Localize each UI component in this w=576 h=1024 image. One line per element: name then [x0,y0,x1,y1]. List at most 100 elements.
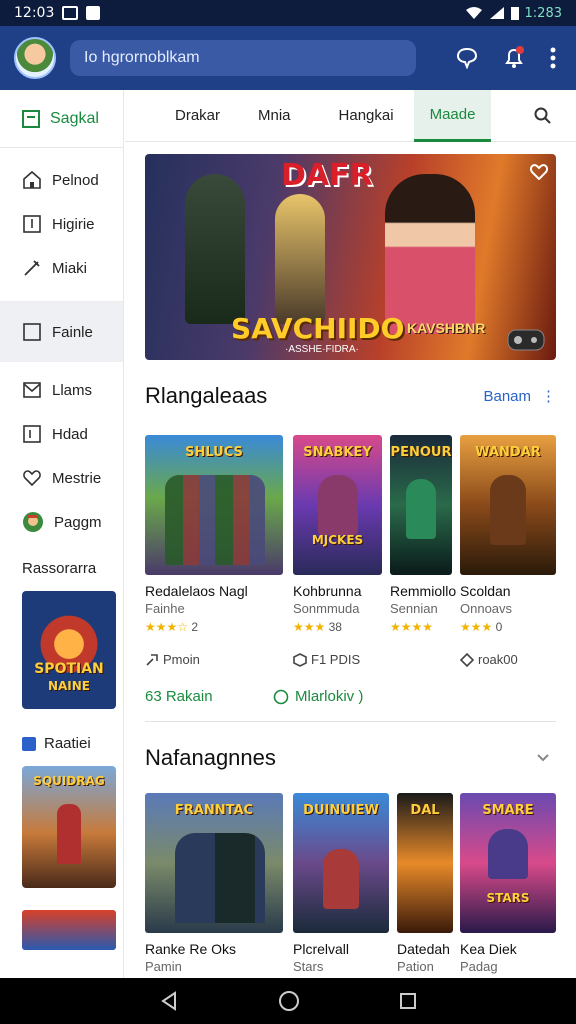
card-rating: ★★★ 38 [293,620,382,634]
search-input[interactable]: Io hgrornoblkam [70,40,416,76]
sidebar-item-bookmark[interactable]: Higirie [0,202,123,246]
rating-stars: ★★★☆ [145,620,189,634]
sidebar-item-label: Paggm [54,513,102,531]
tab-maade[interactable]: Maade [413,89,492,142]
system-nav-bar [0,978,576,1024]
battery-icon [510,7,519,20]
sidebar-item-label: Higirie [52,215,95,233]
rating-stars: ★★★ [460,620,493,634]
tab-drakar[interactable]: Drakar [125,90,240,142]
main-content: DAFR SAVCHIIDO KAVSHBNR ·ASSHE·FIDRA· Rl… [125,143,576,978]
sidebar-item-favorites[interactable]: Mestrie [0,456,123,500]
section-title: Rlangaleaas [145,383,268,408]
card-meta: Pmoin [145,652,283,667]
chevron-down-icon[interactable] [536,753,550,763]
card-character [488,829,528,879]
game-card[interactable]: SMARE STARS Kea Diek Padag [460,793,556,974]
sidebar-game-thumbnail[interactable]: SQUIDRAG [22,766,116,888]
card-meta: roak00 [460,652,556,667]
card-character [323,849,359,909]
card-title: Ranke Re Oks [145,941,237,957]
rating-stars: ★★★ [293,620,326,634]
card-character [406,479,436,539]
sidebar-game-thumbnail[interactable] [22,910,116,950]
sidebar-game-thumbnail[interactable]: SPOTIAN NAINE [22,591,116,709]
image-icon [22,736,36,751]
sidebar-item-label: Hdad [52,425,88,443]
card-art-title: PENOUR [390,445,452,460]
gamepad-icon [507,329,545,351]
hero-character-right [385,174,475,334]
see-all-link[interactable]: Banam [483,388,531,405]
list-icon [22,109,40,128]
recents-icon[interactable] [399,992,417,1010]
sidebar-item-label: Pelnod [52,171,99,189]
card-rating: ★★★☆ 2 [145,620,283,634]
game-card[interactable]: SHLUCS Redalelaos Nagl Fainhe ★★★☆ 2 Pmo… [145,435,283,667]
mail-icon [23,382,41,398]
card-characters [175,833,265,923]
card-character [490,475,526,545]
battery-text: 1:283 [524,5,562,21]
sidebar-header[interactable]: Sagkal [0,90,123,148]
hero-character-left [185,174,245,324]
game-card[interactable]: SNABKEY MJCKES Kohbrunna Sonmmuda ★★★ 38… [293,435,382,667]
home-button-icon[interactable] [278,990,300,1012]
game-card[interactable]: DUINUIEW Plcrelvall Stars [293,793,389,974]
tools-icon [24,260,40,276]
more-vert-icon[interactable]: ⋮ [541,387,556,405]
card-subtitle: Stars [293,959,324,974]
thumb-subtitle: NAINE [47,679,91,693]
card-subtitle: Padag [460,959,498,974]
thumb-title: SQUIDRAG [33,774,105,788]
game-card[interactable]: PENOUR Remmiollo Sennian ★★★★ [390,435,456,634]
sidebar-item-calendar[interactable]: Hdad [0,412,123,456]
character-icon [23,512,43,532]
favorite-icon[interactable] [530,164,548,180]
section-title: Nafanagnnes [145,745,276,770]
card-art-title: WANDAR [475,445,541,460]
sidebar-item-tools[interactable]: Miaki [0,246,123,290]
sidebar-header-label: Sagkal [50,109,99,127]
sidebar-item-label: Llams [52,381,93,399]
card-art-title: SNABKEY [303,445,372,460]
comments-link[interactable]: Mlarlokiv ) [273,688,363,705]
sidebar-item-selected[interactable]: Fainle [0,302,123,362]
rating-stars: ★★★★ [390,620,434,634]
sidebar-item-label: Fainle [52,323,93,341]
card-rating: ★★★★ [390,620,452,634]
notification-icon [86,6,101,20]
diamond-icon [460,652,474,667]
thumb-character [57,804,81,864]
sidebar-subheading: Rassorarra [22,560,97,577]
game-card[interactable]: WANDAR Scoldan Onnoavs ★★★ 0 roak00 [460,435,556,667]
rank-link[interactable]: 63 Rakain [145,688,213,705]
tab-hangkai[interactable]: Hangkai [311,90,414,142]
sidebar-item-label: Miaki [52,259,88,277]
sidebar-link-label: Raatiei [44,735,91,752]
sidebar-item-home[interactable]: Pelnod [0,158,123,202]
rating-value: 2 [191,620,199,634]
section-header: Nafanagnnes [145,745,556,771]
card-title: Kea Diek [460,941,517,957]
game-card[interactable]: DAL Datedah Pation [397,793,453,974]
card-character [318,475,358,535]
chat-icon[interactable] [456,47,478,69]
status-time: 12:03 [14,5,55,21]
rating-value: 38 [328,620,342,634]
app-bar: Io hgrornoblkam [0,26,576,90]
avatar[interactable] [14,37,56,79]
bell-icon[interactable] [502,46,526,70]
sidebar-item-mail[interactable]: Llams [0,368,123,412]
card-characters [165,475,265,565]
featured-banner[interactable]: DAFR SAVCHIIDO KAVSHBNR ·ASSHE·FIDRA· [145,154,556,360]
sidebar-link[interactable]: Raatiei [0,709,123,752]
more-vert-icon[interactable] [550,47,556,69]
game-card[interactable]: FRANNTAC Ranke Re Oks Pamin [145,793,283,974]
back-icon[interactable] [159,991,179,1011]
tab-mnia[interactable]: Mnia [240,90,311,142]
card-title: Kohbrunna [293,583,362,599]
hero-top-title: DAFR [281,158,373,193]
search-icon[interactable] [534,107,552,125]
sidebar-item-profile[interactable]: Paggm [0,500,123,544]
